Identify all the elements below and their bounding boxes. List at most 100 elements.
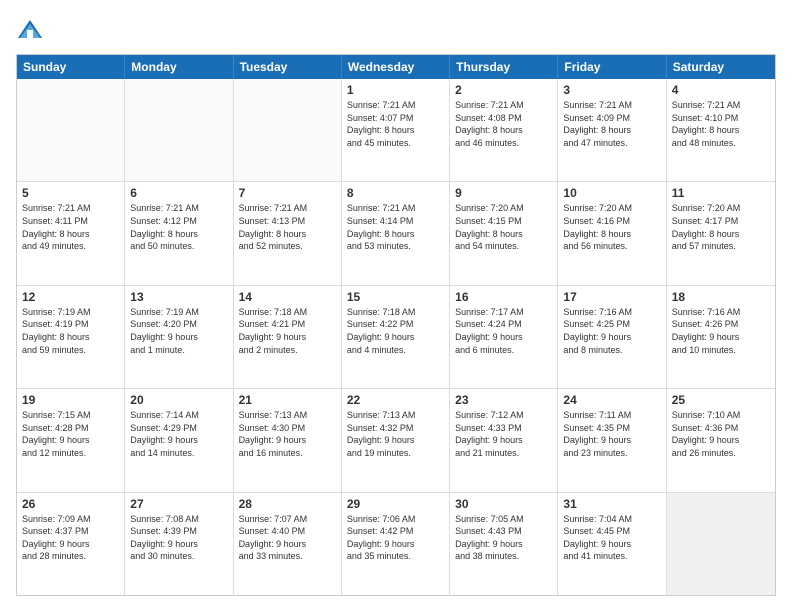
day-info: Sunrise: 7:16 AMSunset: 4:26 PMDaylight:… xyxy=(672,306,770,356)
calendar-cell: 4 Sunrise: 7:21 AMSunset: 4:10 PMDaylight… xyxy=(667,79,775,181)
day-info: Sunrise: 7:06 AMSunset: 4:42 PMDaylight:… xyxy=(347,513,444,563)
calendar-cell: 10 Sunrise: 7:20 AMSunset: 4:16 PMDayligh… xyxy=(558,182,666,284)
calendar-cell: 20Sunrise: 7:14 AMSunset: 4:29 PMDayligh… xyxy=(125,389,233,491)
calendar-cell: 28 Sunrise: 7:07 AMSunset: 4:40 PMDayligh… xyxy=(234,493,342,595)
day-number: 17 xyxy=(563,290,660,304)
day-number: 26 xyxy=(22,497,119,511)
day-number: 11 xyxy=(672,186,770,200)
calendar-header-cell: Thursday xyxy=(450,55,558,79)
day-info: Sunrise: 7:18 AMSunset: 4:21 PMDaylight:… xyxy=(239,306,336,356)
calendar-cell: 29Sunrise: 7:06 AMSunset: 4:42 PMDayligh… xyxy=(342,493,450,595)
calendar-cell: 2 Sunrise: 7:21 AMSunset: 4:08 PMDaylight… xyxy=(450,79,558,181)
day-number: 27 xyxy=(130,497,227,511)
day-info: Sunrise: 7:12 AMSunset: 4:33 PMDaylight:… xyxy=(455,409,552,459)
day-number: 10 xyxy=(563,186,660,200)
day-number: 25 xyxy=(672,393,770,407)
day-info: Sunrise: 7:20 AMSunset: 4:16 PMDaylight:… xyxy=(563,202,660,252)
calendar: SundayMondayTuesdayWednesdayThursdayFrid… xyxy=(16,54,776,596)
day-number: 9 xyxy=(455,186,552,200)
logo xyxy=(16,16,48,44)
day-info: Sunrise: 7:21 AMSunset: 4:09 PMDaylight:… xyxy=(563,99,660,149)
calendar-cell: 3 Sunrise: 7:21 AMSunset: 4:09 PMDaylight… xyxy=(558,79,666,181)
day-info: Sunrise: 7:09 AMSunset: 4:37 PMDaylight:… xyxy=(22,513,119,563)
calendar-cell: 23 Sunrise: 7:12 AMSunset: 4:33 PMDayligh… xyxy=(450,389,558,491)
logo-icon xyxy=(16,16,44,44)
day-number: 24 xyxy=(563,393,660,407)
calendar-cell: 19 Sunrise: 7:15 AMSunset: 4:28 PMDayligh… xyxy=(17,389,125,491)
calendar-week: 5 Sunrise: 7:21 AMSunset: 4:11 PMDaylight… xyxy=(17,182,775,285)
page: SundayMondayTuesdayWednesdayThursdayFrid… xyxy=(0,0,792,612)
day-info: Sunrise: 7:07 AMSunset: 4:40 PMDaylight:… xyxy=(239,513,336,563)
day-number: 30 xyxy=(455,497,552,511)
day-info: Sunrise: 7:20 AMSunset: 4:17 PMDaylight:… xyxy=(672,202,770,252)
day-info: Sunrise: 7:21 AMSunset: 4:11 PMDaylight:… xyxy=(22,202,119,252)
day-info: Sunrise: 7:20 AMSunset: 4:15 PMDaylight:… xyxy=(455,202,552,252)
calendar-cell: 11 Sunrise: 7:20 AMSunset: 4:17 PMDayligh… xyxy=(667,182,775,284)
day-info: Sunrise: 7:15 AMSunset: 4:28 PMDaylight:… xyxy=(22,409,119,459)
calendar-cell: 15Sunrise: 7:18 AMSunset: 4:22 PMDayligh… xyxy=(342,286,450,388)
day-number: 28 xyxy=(239,497,336,511)
day-info: Sunrise: 7:21 AMSunset: 4:14 PMDaylight:… xyxy=(347,202,444,252)
day-info: Sunrise: 7:21 AMSunset: 4:13 PMDaylight:… xyxy=(239,202,336,252)
day-number: 8 xyxy=(347,186,444,200)
calendar-week: 1 Sunrise: 7:21 AMSunset: 4:07 PMDaylight… xyxy=(17,79,775,182)
calendar-body: 1 Sunrise: 7:21 AMSunset: 4:07 PMDaylight… xyxy=(17,79,775,595)
calendar-header-cell: Tuesday xyxy=(234,55,342,79)
calendar-cell xyxy=(234,79,342,181)
day-number: 4 xyxy=(672,83,770,97)
day-number: 5 xyxy=(22,186,119,200)
calendar-cell: 5 Sunrise: 7:21 AMSunset: 4:11 PMDaylight… xyxy=(17,182,125,284)
day-info: Sunrise: 7:21 AMSunset: 4:07 PMDaylight:… xyxy=(347,99,444,149)
day-info: Sunrise: 7:21 AMSunset: 4:12 PMDaylight:… xyxy=(130,202,227,252)
calendar-header-cell: Wednesday xyxy=(342,55,450,79)
day-info: Sunrise: 7:10 AMSunset: 4:36 PMDaylight:… xyxy=(672,409,770,459)
day-number: 12 xyxy=(22,290,119,304)
day-number: 13 xyxy=(130,290,227,304)
calendar-cell: 22 Sunrise: 7:13 AMSunset: 4:32 PMDayligh… xyxy=(342,389,450,491)
day-info: Sunrise: 7:13 AMSunset: 4:32 PMDaylight:… xyxy=(347,409,444,459)
calendar-cell: 12 Sunrise: 7:19 AMSunset: 4:19 PMDayligh… xyxy=(17,286,125,388)
calendar-header-cell: Monday xyxy=(125,55,233,79)
calendar-cell xyxy=(17,79,125,181)
day-number: 3 xyxy=(563,83,660,97)
day-info: Sunrise: 7:21 AMSunset: 4:10 PMDaylight:… xyxy=(672,99,770,149)
day-number: 15 xyxy=(347,290,444,304)
day-info: Sunrise: 7:14 AMSunset: 4:29 PMDaylight:… xyxy=(130,409,227,459)
calendar-cell: 6 Sunrise: 7:21 AMSunset: 4:12 PMDaylight… xyxy=(125,182,233,284)
calendar-cell: 16Sunrise: 7:17 AMSunset: 4:24 PMDayligh… xyxy=(450,286,558,388)
day-number: 31 xyxy=(563,497,660,511)
day-number: 18 xyxy=(672,290,770,304)
day-info: Sunrise: 7:19 AMSunset: 4:19 PMDaylight:… xyxy=(22,306,119,356)
calendar-cell: 13 Sunrise: 7:19 AMSunset: 4:20 PMDayligh… xyxy=(125,286,233,388)
day-info: Sunrise: 7:21 AMSunset: 4:08 PMDaylight:… xyxy=(455,99,552,149)
calendar-cell: 18 Sunrise: 7:16 AMSunset: 4:26 PMDayligh… xyxy=(667,286,775,388)
day-number: 1 xyxy=(347,83,444,97)
day-info: Sunrise: 7:16 AMSunset: 4:25 PMDaylight:… xyxy=(563,306,660,356)
day-number: 6 xyxy=(130,186,227,200)
calendar-week: 26 Sunrise: 7:09 AMSunset: 4:37 PMDayligh… xyxy=(17,493,775,595)
calendar-cell: 9 Sunrise: 7:20 AMSunset: 4:15 PMDaylight… xyxy=(450,182,558,284)
calendar-header-cell: Friday xyxy=(558,55,666,79)
day-number: 23 xyxy=(455,393,552,407)
calendar-cell: 30 Sunrise: 7:05 AMSunset: 4:43 PMDayligh… xyxy=(450,493,558,595)
header xyxy=(16,16,776,44)
calendar-cell: 25 Sunrise: 7:10 AMSunset: 4:36 PMDayligh… xyxy=(667,389,775,491)
calendar-cell: 14 Sunrise: 7:18 AMSunset: 4:21 PMDayligh… xyxy=(234,286,342,388)
calendar-week: 12 Sunrise: 7:19 AMSunset: 4:19 PMDayligh… xyxy=(17,286,775,389)
calendar-cell: 26 Sunrise: 7:09 AMSunset: 4:37 PMDayligh… xyxy=(17,493,125,595)
calendar-cell xyxy=(125,79,233,181)
day-info: Sunrise: 7:05 AMSunset: 4:43 PMDaylight:… xyxy=(455,513,552,563)
calendar-cell: 31Sunrise: 7:04 AMSunset: 4:45 PMDayligh… xyxy=(558,493,666,595)
day-number: 19 xyxy=(22,393,119,407)
calendar-cell: 21Sunrise: 7:13 AMSunset: 4:30 PMDayligh… xyxy=(234,389,342,491)
calendar-cell: 7Sunrise: 7:21 AMSunset: 4:13 PMDaylight… xyxy=(234,182,342,284)
day-info: Sunrise: 7:17 AMSunset: 4:24 PMDaylight:… xyxy=(455,306,552,356)
calendar-cell: 17 Sunrise: 7:16 AMSunset: 4:25 PMDayligh… xyxy=(558,286,666,388)
day-number: 2 xyxy=(455,83,552,97)
day-info: Sunrise: 7:19 AMSunset: 4:20 PMDaylight:… xyxy=(130,306,227,356)
day-info: Sunrise: 7:08 AMSunset: 4:39 PMDaylight:… xyxy=(130,513,227,563)
calendar-cell: 1 Sunrise: 7:21 AMSunset: 4:07 PMDaylight… xyxy=(342,79,450,181)
day-number: 14 xyxy=(239,290,336,304)
day-info: Sunrise: 7:13 AMSunset: 4:30 PMDaylight:… xyxy=(239,409,336,459)
day-number: 22 xyxy=(347,393,444,407)
